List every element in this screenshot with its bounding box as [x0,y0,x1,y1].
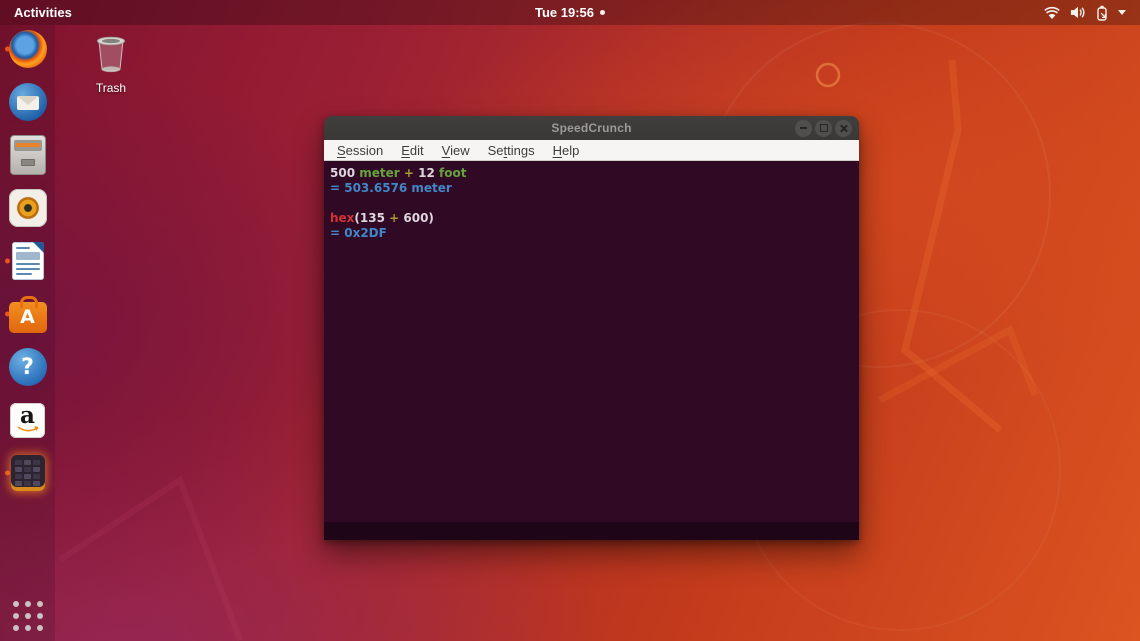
close-icon [839,124,848,133]
amazon-icon: a [10,403,45,438]
top-bar: Activities Tue 19:56 [0,0,1140,25]
window-title: SpeedCrunch [551,121,631,135]
rhythmbox-icon [9,189,47,227]
thunderbird-icon [9,83,47,121]
dock-item-firefox[interactable] [6,29,50,69]
dock: A? a [0,25,55,641]
maximize-icon [820,124,828,132]
running-indicator-dot [5,471,10,476]
history-line: hex(135 + 600) [330,211,859,226]
notification-dot-icon [600,10,605,15]
calc-history-pane[interactable]: 500 meter + 12 foot= 503.6576 meter hex(… [324,161,859,522]
dock-item-thunderbird[interactable] [6,82,50,122]
dock-item-help[interactable]: ? [6,347,50,387]
running-indicator-dot [5,259,10,264]
menu-edit[interactable]: Edit [392,142,432,159]
trash-can-icon [88,32,134,74]
dock-item-rhythmbox[interactable] [6,188,50,228]
dock-item-speedcrunch[interactable] [6,453,50,493]
history-line: 500 meter + 12 foot [330,166,859,181]
history-line: = 503.6576 meter [330,181,859,196]
menu-help[interactable]: Help [544,142,589,159]
activities-button[interactable]: Activities [0,0,86,25]
menu-settings[interactable]: Settings [479,142,544,159]
minimize-button[interactable] [795,120,812,137]
firefox-icon [9,30,47,68]
minimize-icon [800,127,807,129]
menu-bar: SessionEditViewSettingsHelp [324,140,859,161]
clock-label: Tue 19:56 [535,5,594,20]
dock-item-amazon[interactable]: a [6,400,50,440]
window-controls [795,116,852,140]
ubuntu-software-icon: A [9,302,47,333]
clock-button[interactable]: Tue 19:56 [535,0,605,25]
trash-label: Trash [83,81,139,95]
trash-desktop-icon[interactable]: Trash [83,32,139,95]
dock-item-software[interactable]: A [6,294,50,334]
maximize-button[interactable] [815,120,832,137]
dock-item-writer[interactable] [6,241,50,281]
volume-icon [1069,5,1086,20]
wifi-icon [1044,6,1060,20]
window-titlebar[interactable]: SpeedCrunch [324,116,859,140]
battery-icon [1095,5,1109,21]
files-icon [10,135,46,175]
dock-item-files[interactable] [6,135,50,175]
speedcrunch-window: SpeedCrunch SessionEditViewSettingsHelp … [324,116,859,540]
menu-session[interactable]: Session [328,142,392,159]
close-button[interactable] [835,120,852,137]
help-icon: ? [9,348,47,386]
caret-down-icon [1118,10,1126,15]
speedcrunch-icon [11,455,45,491]
libreoffice-writer-icon [12,242,44,280]
menu-view[interactable]: View [433,142,479,159]
expression-input[interactable] [324,522,859,540]
history-blank-line [330,196,859,211]
system-status-area[interactable] [1036,0,1134,25]
history-line: = 0x2DF [330,226,859,241]
